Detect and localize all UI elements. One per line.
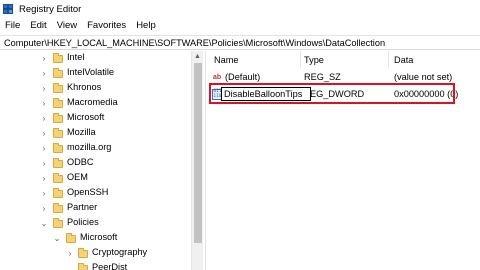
folder-icon [53,143,63,153]
tree-scrollbar[interactable]: ▲ [191,51,203,270]
registry-icon [3,3,14,15]
column-separator[interactable] [388,51,389,68]
folder-icon [53,188,63,198]
folder-icon [53,68,63,78]
folder-icon [78,248,88,258]
chevron-right-icon[interactable]: › [40,129,48,138]
tree-item-label: Partner [67,202,98,212]
tree-item-policies-microsoft[interactable]: ⌄ Microsoft [0,231,190,246]
chevron-right-icon[interactable]: › [40,189,48,198]
folder-icon [53,173,63,183]
tree-item-label: Macromedia [67,97,118,107]
chevron-down-icon[interactable]: ⌄ [53,234,61,243]
folder-open-icon [66,233,76,243]
column-header-name[interactable]: Name [214,51,304,68]
folder-icon [53,53,63,63]
chevron-right-icon[interactable]: › [66,249,74,258]
tree-item-label: Microsoft [80,232,118,242]
chevron-right-icon[interactable]: › [40,99,48,108]
folder-icon [53,113,63,123]
tree-item-policies[interactable]: ⌄ Policies [0,216,190,231]
folder-icon [78,263,88,270]
tree-item-label: Policies [67,217,99,227]
chevron-right-icon[interactable]: › [40,84,48,93]
value-data: (value not set) [394,72,453,82]
menu-help[interactable]: Help [131,20,161,31]
tree-item-oem[interactable]: › OEM [0,171,190,186]
tree-item-odbc[interactable]: › ODBC [0,156,190,171]
tree-item-label: Mozilla [67,127,96,137]
tree-item-mozilla-org[interactable]: › mozilla.org [0,141,190,156]
tree-item-label: OpenSSH [67,187,109,197]
chevron-right-icon[interactable]: › [40,159,48,168]
chevron-right-icon[interactable]: › [40,114,48,123]
folder-icon [53,203,63,213]
tree-item-cryptography[interactable]: › Cryptography [0,246,190,261]
tree-item-mozilla[interactable]: › Mozilla [0,126,190,141]
tree-item-label: mozilla.org [67,142,112,152]
value-name: (Default) [225,72,261,82]
tree-item-label: IntelVolatile [67,67,114,77]
folder-icon [53,128,63,138]
tree-item-label: Microsoft [67,112,105,122]
chevron-down-icon[interactable]: ⌄ [40,219,48,228]
column-header-type[interactable]: Type [304,51,384,68]
scroll-up-icon[interactable]: ▲ [194,53,201,60]
tree-item-label: Khronos [67,82,102,92]
folder-icon [53,83,63,93]
scrollbar-thumb[interactable] [194,63,202,243]
values-list[interactable]: Name Type Data ab (Default) REG_SZ (valu… [208,51,480,270]
folder-icon [53,98,63,108]
menu-favorites[interactable]: Favorites [82,20,131,31]
column-header-data[interactable]: Data [394,51,474,68]
address-bar[interactable]: Computer\HKEY_LOCAL_MACHINE\SOFTWARE\Pol… [0,35,480,50]
window-title: Registry Editor [19,3,82,15]
chevron-right-icon[interactable]: › [40,144,48,153]
tree-item-label: Cryptography [92,247,148,257]
tree-item-macromedia[interactable]: › Macromedia [0,96,190,111]
highlight-box [209,83,455,104]
tree-item-intel[interactable]: › Intel [0,51,190,66]
value-type: REG_SZ [304,72,341,82]
tree-item-peerdist[interactable]: PeerDist [0,261,190,270]
chevron-right-icon[interactable]: › [40,174,48,183]
folder-icon [53,158,63,168]
title-bar: Registry Editor [0,0,480,18]
string-value-icon: ab [213,74,222,81]
menu-bar: File Edit View Favorites Help [0,18,480,33]
tree-item-partner[interactable]: › Partner [0,201,190,216]
chevron-right-icon[interactable]: › [40,54,48,63]
column-separator[interactable] [300,51,301,68]
tree-item-label: Intel [67,52,85,62]
folder-open-icon [53,218,63,228]
key-tree[interactable]: › Intel › IntelVolatile › Khronos › Macr… [0,51,204,270]
tree-item-microsoft[interactable]: › Microsoft [0,111,190,126]
tree-item-label: ODBC [67,157,94,167]
tree-item-openssh[interactable]: › OpenSSH [0,186,190,201]
menu-edit[interactable]: Edit [25,20,51,31]
tree-item-khronos[interactable]: › Khronos [0,81,190,96]
tree-item-label: PeerDist [92,262,128,270]
tree-item-label: OEM [67,172,88,182]
chevron-right-icon[interactable]: › [40,204,48,213]
menu-file[interactable]: File [0,20,25,31]
menu-view[interactable]: View [52,20,82,31]
tree-item-intelvolatile[interactable]: › IntelVolatile [0,66,190,81]
chevron-right-icon[interactable]: › [40,69,48,78]
